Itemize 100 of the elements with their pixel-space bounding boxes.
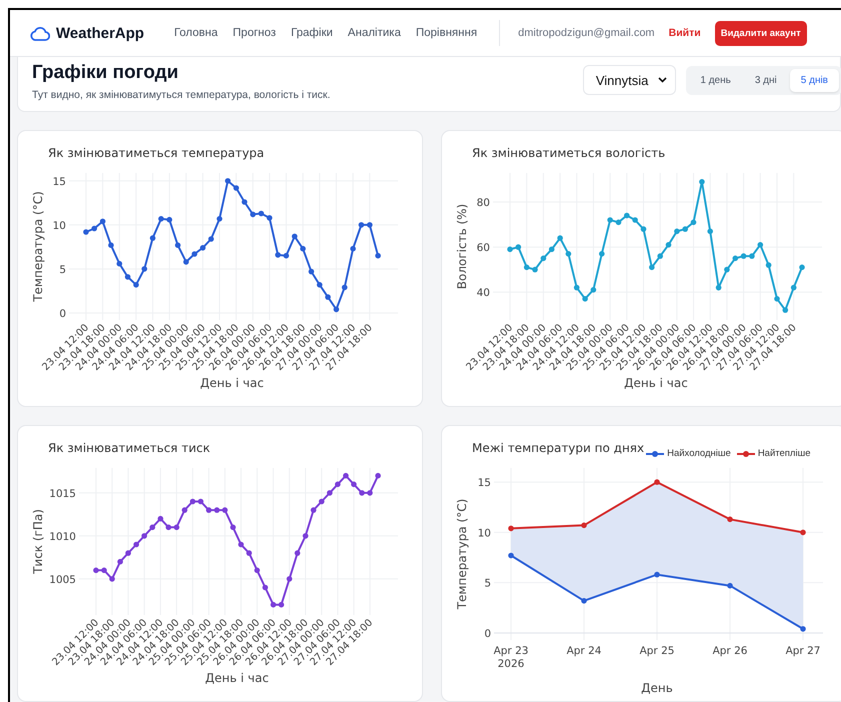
axis-title: Тиск (гПа) <box>31 509 45 574</box>
data-point <box>233 185 239 191</box>
axis-tick-label: 60 <box>476 242 490 254</box>
axis-title: День <box>641 681 673 695</box>
axis-tick-label: 0 <box>484 628 491 640</box>
page-title: Графіки погоди <box>32 62 180 84</box>
data-point <box>246 550 252 556</box>
city-select[interactable]: Vinnytsia <box>582 65 676 95</box>
data-point <box>800 530 806 536</box>
data-point <box>124 274 130 280</box>
data-point <box>574 284 580 290</box>
nav-link[interactable]: Порівняння <box>416 27 478 39</box>
axis-tick-label: 1015 <box>49 488 76 500</box>
data-point <box>690 220 696 226</box>
data-point <box>727 516 733 522</box>
data-point <box>716 284 722 290</box>
axis-tick-label: 10 <box>52 220 66 232</box>
chevron-down-icon <box>658 77 668 83</box>
data-point <box>133 282 139 288</box>
axis-tick-label: Apr 24 <box>566 645 602 657</box>
axis-tick-label: 1010 <box>49 530 76 543</box>
axis-tick-label: 15 <box>52 176 66 188</box>
data-point <box>375 472 381 478</box>
data-point <box>270 602 276 608</box>
app-logo[interactable]: WeatherApp <box>56 24 144 42</box>
data-point <box>782 307 788 313</box>
data-point <box>117 558 123 564</box>
data-point <box>142 533 148 539</box>
range-tab[interactable]: 5 днів <box>790 68 839 92</box>
data-point <box>278 602 284 608</box>
axis-tick-label: Apr 23 2026 <box>494 645 528 670</box>
chart-title: Як змінюватиметься температура <box>48 146 264 160</box>
data-point <box>183 259 189 265</box>
nav-link[interactable]: Аналітика <box>348 27 401 39</box>
axis-tick-label: 5 <box>59 264 66 276</box>
data-point <box>174 524 180 530</box>
data-point <box>540 256 546 262</box>
axis-tick-label: Apr 26 <box>712 645 748 657</box>
chart-title: Межі температури по днях <box>472 441 644 455</box>
data-point <box>657 253 663 259</box>
data-point <box>507 246 513 252</box>
data-point <box>749 253 755 259</box>
nav-link[interactable]: Головна <box>174 27 218 39</box>
data-point <box>318 498 324 504</box>
data-point <box>225 178 231 184</box>
nav-link[interactable]: Графіки <box>290 27 333 39</box>
data-point <box>581 598 587 604</box>
data-point <box>182 507 188 513</box>
nav-link[interactable]: Прогноз <box>232 27 276 39</box>
data-point <box>175 242 181 248</box>
axis-tick-label: 15 <box>478 477 491 490</box>
range-tab[interactable]: 1 день <box>689 68 742 92</box>
data-point <box>532 266 538 272</box>
legend-label: Найтепліше <box>758 448 810 459</box>
delete-account-button[interactable]: Видалити акаунт <box>714 20 807 46</box>
data-point <box>581 522 587 528</box>
data-point <box>150 524 156 530</box>
data-point <box>292 234 298 240</box>
data-point <box>740 253 746 259</box>
axis-tick-label: 0 <box>59 308 66 320</box>
axis-tick-label: 80 <box>476 197 490 210</box>
data-point <box>216 216 222 222</box>
data-point <box>325 294 331 300</box>
data-point <box>774 296 780 302</box>
axis-tick-label: 5 <box>484 578 491 590</box>
chart-title: Як змінюватиметься тиск <box>48 441 210 455</box>
data-point <box>342 284 348 290</box>
data-point <box>142 266 148 272</box>
data-point <box>250 212 256 218</box>
logout-link[interactable]: Вийти <box>668 27 701 39</box>
data-point <box>275 252 281 258</box>
data-point <box>109 576 115 582</box>
data-point <box>238 542 244 548</box>
data-point <box>654 572 660 578</box>
data-point <box>316 282 322 288</box>
data-point <box>582 296 588 302</box>
data-point <box>548 246 554 252</box>
range-tab[interactable]: 3 дні <box>744 68 788 92</box>
cloud-icon <box>30 26 50 40</box>
axis-tick-label: 10 <box>478 527 491 540</box>
data-point <box>727 582 733 588</box>
data-point <box>125 550 131 556</box>
data-point <box>93 568 99 574</box>
axis-title: Температура (°C) <box>31 191 45 302</box>
data-point <box>640 226 646 232</box>
data-point <box>524 264 530 270</box>
data-point <box>198 498 204 504</box>
data-point <box>150 235 156 241</box>
data-point <box>766 262 772 268</box>
data-point <box>230 524 236 530</box>
data-point <box>83 229 89 235</box>
data-point <box>732 256 738 262</box>
data-point <box>254 568 260 574</box>
data-point <box>300 246 306 252</box>
axis-title: Температура (°C) <box>455 498 469 610</box>
data-point <box>707 228 713 234</box>
axis-tick-label: Apr 25 <box>640 645 674 657</box>
data-point <box>158 516 164 522</box>
data-point <box>616 220 622 226</box>
data-point <box>283 252 289 258</box>
